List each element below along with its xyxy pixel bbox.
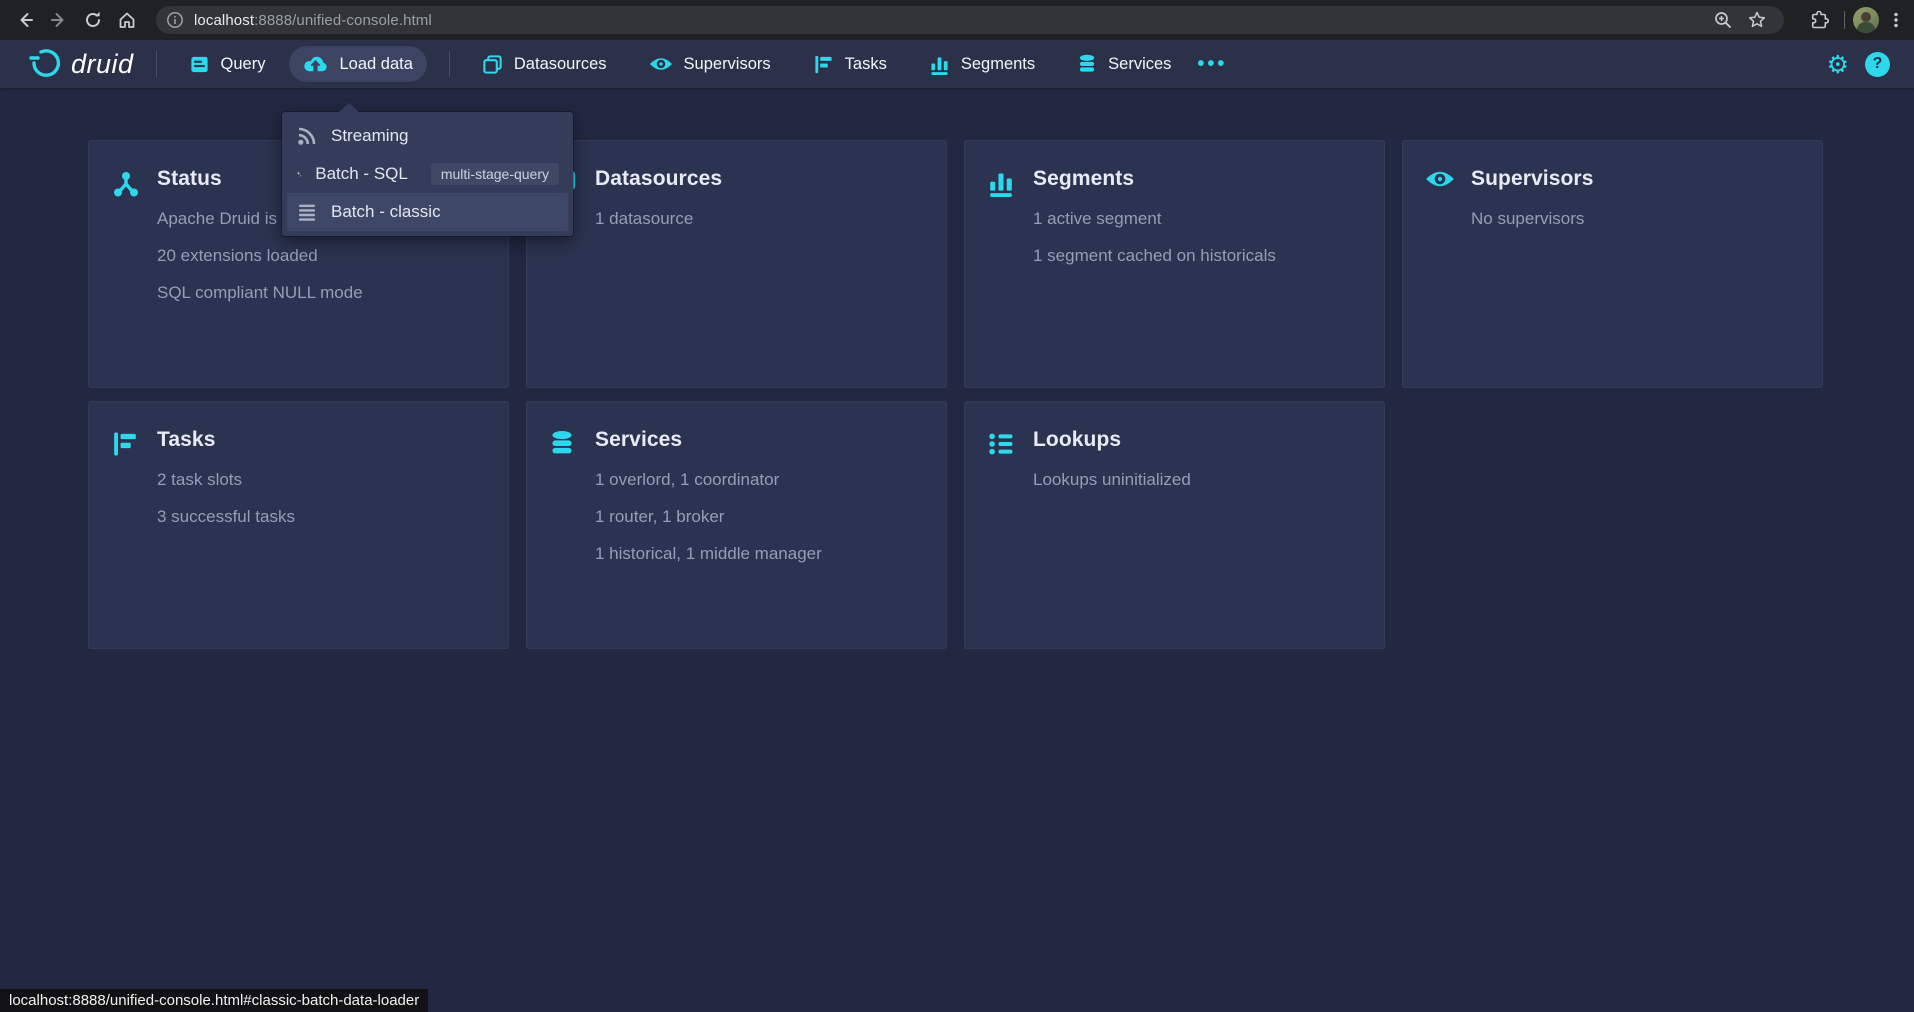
nav-item-services[interactable]: Services: [1063, 46, 1185, 82]
toolbar-separator: [1844, 11, 1845, 29]
nav-item-label: Segments: [961, 55, 1035, 74]
browser-toolbar: localhost:8888/unified-console.html: [0, 0, 1914, 40]
card-supervisors[interactable]: Supervisors No supervisors: [1402, 140, 1823, 388]
druid-navbar: druid Query Load data Datasources Super: [0, 40, 1914, 88]
card-line: 1 router, 1 broker: [595, 507, 926, 527]
nav-item-datasources[interactable]: Datasources: [468, 46, 621, 82]
extensions-button[interactable]: [1802, 3, 1836, 37]
card-title: Datasources: [595, 167, 926, 191]
card-line: SQL compliant NULL mode: [157, 283, 488, 303]
eye-icon: [649, 56, 673, 72]
url-bar[interactable]: localhost:8888/unified-console.html: [156, 6, 1784, 34]
card-lookups[interactable]: Lookups Lookups uninitialized: [964, 401, 1385, 649]
menu-item-label: Streaming: [331, 126, 408, 146]
card-tasks[interactable]: Tasks 2 task slots 3 successful tasks: [88, 401, 509, 649]
settings-gear-icon[interactable]: ⚙: [1827, 52, 1849, 77]
popover-caret: [339, 103, 359, 112]
card-line: 20 extensions loaded: [157, 246, 488, 266]
card-line: 1 overlord, 1 coordinator: [595, 470, 926, 490]
card-title: Segments: [1033, 167, 1364, 191]
nav-item-tasks[interactable]: Tasks: [799, 46, 901, 82]
card-title: Supervisors: [1471, 167, 1802, 191]
list-icon: [296, 201, 318, 223]
card-line: No supervisors: [1471, 209, 1802, 229]
nav-item-label: Tasks: [845, 55, 887, 74]
multi-stage-query-tag: multi-stage-query: [431, 163, 559, 185]
nav-item-label: Query: [221, 55, 266, 74]
database-icon: [1077, 54, 1097, 75]
card-line: 3 successful tasks: [157, 507, 488, 527]
card-title: Services: [595, 428, 926, 452]
navbar-right: ⚙ ?: [1827, 52, 1890, 77]
link-preview-statusbar: localhost:8888/unified-console.html#clas…: [0, 989, 428, 1012]
help-icon[interactable]: ?: [1865, 52, 1890, 77]
database-icon: [549, 430, 575, 458]
browser-actions: [1794, 3, 1913, 37]
nav-item-label: Load data: [339, 55, 412, 74]
nav-item-load-data[interactable]: Load data: [289, 46, 426, 82]
card-datasources[interactable]: Datasources 1 datasource: [526, 140, 947, 388]
extensions-puzzle-icon: [1809, 10, 1830, 31]
browser-menu-button[interactable]: [1879, 3, 1913, 37]
segments-icon: [929, 54, 950, 75]
card-line: 1 historical, 1 middle manager: [595, 544, 926, 564]
sparkles-icon: [296, 163, 302, 185]
home-icon: [117, 10, 137, 30]
home-button[interactable]: [110, 3, 144, 37]
back-button[interactable]: [8, 3, 42, 37]
card-title: Lookups: [1033, 428, 1364, 452]
avatar[interactable]: [1853, 7, 1879, 33]
navbar-divider: [449, 51, 450, 77]
help-glyph: ?: [1873, 55, 1883, 73]
nav-more-button[interactable]: •••: [1185, 53, 1239, 76]
kebab-menu-icon: [1887, 11, 1905, 29]
nav-item-supervisors[interactable]: Supervisors: [635, 46, 785, 82]
navbar-divider: [156, 51, 157, 77]
forward-icon: [49, 10, 69, 30]
menu-item-streaming[interactable]: Streaming: [287, 117, 568, 155]
zoom-button[interactable]: [1706, 3, 1740, 37]
nav-item-segments[interactable]: Segments: [915, 46, 1049, 82]
druid-logo-icon: [28, 47, 62, 81]
feed-icon: [296, 125, 318, 147]
zoom-icon: [1713, 10, 1733, 30]
segments-icon: [987, 169, 1015, 197]
reload-button[interactable]: [76, 3, 110, 37]
menu-item-batch-classic[interactable]: Batch - classic: [287, 193, 568, 231]
menu-item-label: Batch - SQL: [315, 164, 408, 184]
datasources-icon: [482, 54, 503, 75]
card-segments[interactable]: Segments 1 active segment 1 segment cach…: [964, 140, 1385, 388]
druid-logo[interactable]: druid: [28, 47, 134, 81]
eye-icon: [1425, 169, 1455, 189]
card-line: Lookups uninitialized: [1033, 470, 1364, 490]
properties-icon: [987, 430, 1015, 458]
query-icon: [189, 54, 210, 75]
menu-item-label: Batch - classic: [331, 202, 441, 222]
card-services[interactable]: Services 1 overlord, 1 coordinator 1 rou…: [526, 401, 947, 649]
back-icon: [15, 10, 35, 30]
url-text: localhost:8888/unified-console.html: [194, 12, 432, 29]
forward-button[interactable]: [42, 3, 76, 37]
card-line: 1 segment cached on historicals: [1033, 246, 1364, 266]
menu-item-batch-sql[interactable]: Batch - SQL multi-stage-query: [287, 155, 568, 193]
cloud-upload-icon: [303, 54, 328, 74]
gantt-icon: [813, 54, 834, 75]
status-graph-icon: [111, 169, 141, 199]
bookmark-star-icon: [1747, 10, 1767, 30]
nav-item-label: Datasources: [514, 55, 607, 74]
card-title: Tasks: [157, 428, 488, 452]
info-icon[interactable]: [166, 11, 184, 29]
reload-icon: [83, 10, 103, 30]
bookmark-button[interactable]: [1740, 3, 1774, 37]
card-line: 2 task slots: [157, 470, 488, 490]
nav-item-label: Supervisors: [684, 55, 771, 74]
gantt-icon: [111, 430, 139, 458]
load-data-dropdown: Streaming Batch - SQL multi-stage-query …: [282, 112, 573, 236]
card-line: 1 active segment: [1033, 209, 1364, 229]
nav-item-label: Services: [1108, 55, 1171, 74]
card-line: 1 datasource: [595, 209, 926, 229]
nav-item-query[interactable]: Query: [175, 46, 280, 82]
brand-wordmark: druid: [71, 49, 134, 80]
